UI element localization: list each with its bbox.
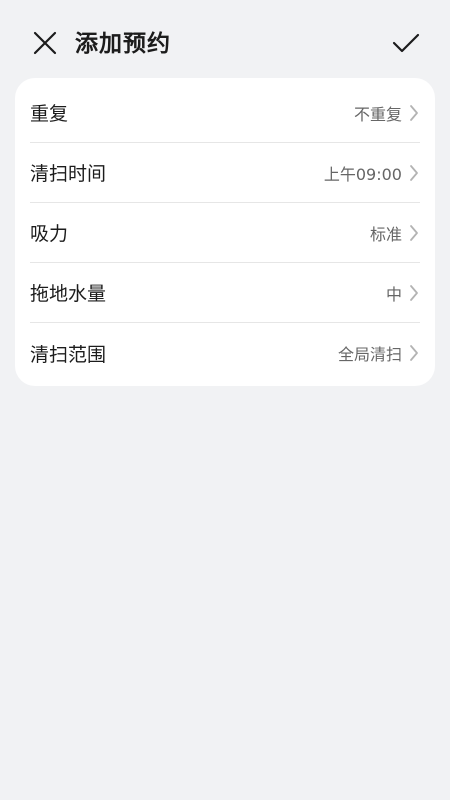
- setting-row-repeat[interactable]: 重复 不重复: [30, 83, 420, 143]
- setting-value: 不重复: [353, 104, 402, 124]
- close-icon: [33, 31, 57, 55]
- close-button[interactable]: [28, 26, 62, 60]
- setting-value: 全局清扫: [337, 345, 402, 364]
- setting-value: 中: [385, 284, 402, 304]
- schedule-settings-card: 重复 不重复 清扫时间 上午09:00 吸力 标准 拖地水量 中 清扫范围 全局…: [15, 78, 435, 386]
- setting-label: 清扫范围: [30, 343, 107, 366]
- top-bar: 添加预约: [0, 0, 450, 86]
- checkmark-icon: [392, 33, 420, 53]
- setting-row-clean-time[interactable]: 清扫时间 上午09:00: [30, 143, 420, 203]
- confirm-button[interactable]: [388, 26, 424, 60]
- setting-row-clean-area[interactable]: 清扫范围 全局清扫: [30, 323, 420, 383]
- chevron-right-icon: [410, 104, 418, 121]
- setting-label: 重复: [30, 103, 69, 125]
- setting-row-suction[interactable]: 吸力 标准: [30, 203, 420, 263]
- chevron-right-icon: [410, 284, 418, 301]
- setting-row-mop-water[interactable]: 拖地水量 中: [30, 263, 420, 323]
- setting-label: 拖地水量: [30, 283, 107, 305]
- setting-value: 上午09:00: [323, 164, 402, 184]
- setting-label: 吸力: [30, 223, 69, 245]
- page-title: 添加预约: [75, 31, 171, 57]
- chevron-right-icon: [410, 164, 418, 181]
- chevron-right-icon: [410, 345, 418, 361]
- setting-label: 清扫时间: [30, 163, 107, 185]
- chevron-right-icon: [410, 224, 418, 241]
- setting-value: 标准: [369, 224, 402, 244]
